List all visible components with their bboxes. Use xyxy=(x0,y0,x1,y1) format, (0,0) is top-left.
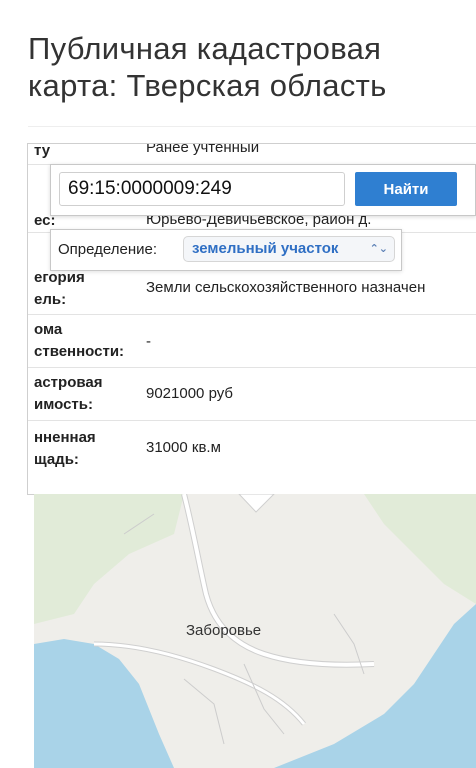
find-button[interactable]: Найти xyxy=(355,172,457,206)
page-title: Публичная кадастровая карта: Тверская об… xyxy=(28,30,468,104)
info-row-category: егория ель: Земли сельскохозяйственного … xyxy=(28,264,476,315)
page-title-line1: Публичная кадастровая xyxy=(28,31,382,66)
info-label: ту xyxy=(34,143,51,159)
definition-selected-value: земельный участок xyxy=(192,240,339,257)
info-label: ома ственности: xyxy=(34,321,125,360)
info-row-cadastral-value: астровая имость: 9021000 руб xyxy=(28,368,476,421)
info-value: 31000 кв.м xyxy=(146,439,221,456)
info-value: Ранее учтенный xyxy=(146,143,260,156)
info-value: Земли сельскохозяйственного назначен xyxy=(146,279,426,296)
info-label: егория ель: xyxy=(34,269,85,308)
cadastral-search-box: Найти xyxy=(50,164,476,216)
info-value: - xyxy=(146,333,151,350)
info-label: астровая имость: xyxy=(34,374,103,413)
cadastral-number-input[interactable] xyxy=(59,172,345,206)
info-row-status: ту Ранее учтенный xyxy=(28,144,476,165)
info-row-area: нненная щадь: 31000 кв.м xyxy=(28,421,476,473)
definition-box: Определение: земельный участок ⌃⌄ xyxy=(50,229,402,271)
info-row-ownership: ома ственности: - xyxy=(28,315,476,368)
info-label: нненная щадь: xyxy=(34,429,96,468)
map-place-label: Заборовье xyxy=(186,622,262,639)
page-title-line2: карта: Тверская область xyxy=(28,68,387,103)
info-value: 9021000 руб xyxy=(146,385,233,402)
chevron-updown-icon: ⌃⌄ xyxy=(369,243,388,255)
definition-select[interactable]: земельный участок ⌃⌄ xyxy=(183,236,395,262)
definition-label: Определение: xyxy=(58,241,158,258)
title-divider xyxy=(28,126,476,127)
